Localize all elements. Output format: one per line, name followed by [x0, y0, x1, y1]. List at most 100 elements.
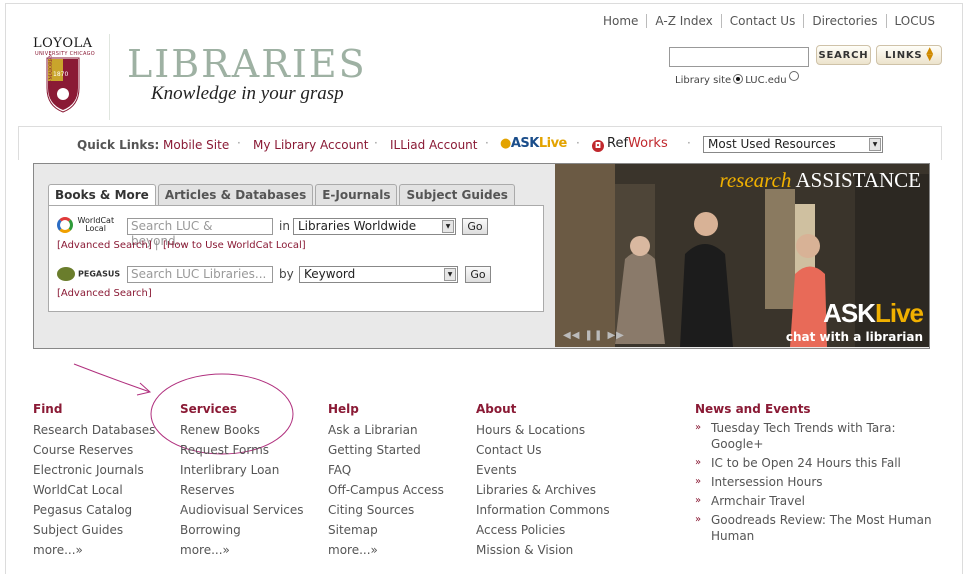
- about-link[interactable]: Hours & Locations: [476, 420, 610, 440]
- services-heading: Services: [180, 402, 238, 416]
- banner-ask: ASK: [823, 298, 876, 328]
- news-item[interactable]: » Armchair Travel: [695, 493, 940, 509]
- news-item[interactable]: » Goodreads Review: The Most Human Human: [695, 512, 940, 544]
- asklive-link[interactable]: ●ASKLive: [500, 136, 567, 151]
- nav-home[interactable]: Home: [595, 14, 646, 28]
- help-link[interactable]: Citing Sources: [328, 500, 444, 520]
- find-more-link[interactable]: more...»: [33, 540, 155, 560]
- pegasus-search-input[interactable]: Search LUC Libraries...: [127, 266, 273, 283]
- find-link[interactable]: Course Reserves: [33, 440, 155, 460]
- nav-contact-us[interactable]: Contact Us: [720, 14, 804, 28]
- pin-icon: ●: [500, 136, 511, 151]
- tab-articles-databases[interactable]: Articles & Databases: [157, 184, 314, 206]
- how-to-use-worldcat-link[interactable]: [How to Use WorldCat Local]: [163, 240, 306, 251]
- logo-word: LOYOLA: [33, 36, 93, 51]
- tab-e-journals[interactable]: E-Journals: [315, 184, 398, 206]
- services-link[interactable]: Renew Books: [180, 420, 304, 440]
- help-more-link[interactable]: more...»: [328, 540, 444, 560]
- select-value: Libraries Worldwide: [298, 219, 417, 233]
- news-title: Intersession Hours: [711, 475, 823, 489]
- pegasus-scope-select[interactable]: Keyword ▼: [299, 266, 458, 283]
- help-heading: Help: [328, 402, 359, 416]
- svg-text:AD·MAIOREM: AD·MAIOREM: [48, 54, 54, 90]
- ql-my-library-account[interactable]: My Library Account: [253, 138, 369, 152]
- worldcat-go-button[interactable]: Go: [462, 218, 488, 235]
- select-value: Keyword: [304, 267, 356, 281]
- local-text: Local: [85, 224, 106, 233]
- links-button[interactable]: LINKS ▲ ▼: [876, 45, 942, 65]
- radio-library[interactable]: [733, 73, 744, 84]
- about-link[interactable]: Libraries & Archives: [476, 480, 610, 500]
- news-item[interactable]: » Intersession Hours: [695, 474, 940, 490]
- separator-dot: ·: [576, 136, 580, 150]
- news-item[interactable]: » Tuesday Tech Trends with Tara: Google+: [695, 420, 940, 452]
- loyola-logo[interactable]: LOYOLA UNIVERSITY CHICAGO 1870 AD·MAIORE…: [29, 36, 97, 118]
- research-assistance-banner[interactable]: research ASSISTANCE ASKLive chat with a …: [555, 164, 929, 347]
- news-item[interactable]: » IC to be Open 24 Hours this Fall: [695, 455, 940, 471]
- services-link[interactable]: Reserves: [180, 480, 304, 500]
- help-link[interactable]: Sitemap: [328, 520, 444, 540]
- banner-asklive-logo: ASKLive: [823, 298, 924, 329]
- svg-text:DEI·GLORIAM: DEI·GLORIAM: [95, 81, 97, 118]
- find-link[interactable]: Pegasus Catalog: [33, 500, 155, 520]
- services-link[interactable]: Audiovisual Services: [180, 500, 304, 520]
- about-link[interactable]: Events: [476, 460, 610, 480]
- search-button[interactable]: SEARCH: [816, 45, 871, 65]
- worldcat-advanced-search-link[interactable]: [Advanced Search]: [57, 240, 152, 251]
- about-link[interactable]: Contact Us: [476, 440, 610, 460]
- ql-mobile-site[interactable]: Mobile Site: [163, 138, 229, 152]
- help-link[interactable]: Ask a Librarian: [328, 420, 444, 440]
- news-title: Goodreads Review: The Most Human Human: [711, 513, 932, 543]
- slideshow-controls[interactable]: ◀◀ ❚❚ ▶▶: [563, 330, 625, 341]
- banner-chat-text: chat with a librarian: [785, 330, 923, 344]
- nav-directories[interactable]: Directories: [803, 14, 885, 28]
- site-search-input[interactable]: [669, 47, 809, 67]
- site-tagline: Knowledge in your grasp: [151, 83, 344, 104]
- separator-dot: ·: [687, 136, 691, 150]
- worldcat-scope-select[interactable]: Libraries Worldwide ▼: [293, 218, 456, 235]
- banner-title-research: research: [719, 168, 792, 192]
- help-link[interactable]: FAQ: [328, 460, 444, 480]
- chevron-right-icon: »: [695, 422, 702, 433]
- refworks-link[interactable]: ◘ RefWorks: [592, 136, 668, 152]
- about-link[interactable]: Mission & Vision: [476, 540, 610, 560]
- chevron-right-icon: »: [695, 476, 702, 487]
- search-scope: Library site LUC.edu: [675, 70, 801, 86]
- header-divider: [109, 34, 110, 120]
- tab-subject-guides[interactable]: Subject Guides: [399, 184, 515, 206]
- find-link[interactable]: WorldCat Local: [33, 480, 155, 500]
- updown-arrow-icon: ▲ ▼: [926, 46, 934, 63]
- nav-locus[interactable]: LOCUS: [885, 14, 943, 28]
- ql-illiad-account[interactable]: ILLiad Account: [390, 138, 477, 152]
- pegasus-go-button[interactable]: Go: [465, 266, 491, 283]
- about-column: About Hours & Locations Contact Us Event…: [476, 402, 610, 560]
- about-link[interactable]: Access Policies: [476, 520, 610, 540]
- news-heading: News and Events: [695, 402, 811, 416]
- help-link[interactable]: Off-Campus Access: [328, 480, 444, 500]
- svg-text:1870: 1870: [53, 71, 68, 78]
- services-link[interactable]: Request Forms: [180, 440, 304, 460]
- help-column: Help Ask a Librarian Getting Started FAQ…: [328, 402, 444, 560]
- in-label: in: [279, 219, 290, 233]
- nav-a-z-index[interactable]: A-Z Index: [646, 14, 720, 28]
- works-text: Works: [628, 136, 668, 151]
- most-used-resources-select[interactable]: Most Used Resources ▼: [703, 136, 883, 153]
- help-link[interactable]: Getting Started: [328, 440, 444, 460]
- services-link[interactable]: Borrowing: [180, 520, 304, 540]
- find-link[interactable]: Subject Guides: [33, 520, 155, 540]
- about-link[interactable]: Information Commons: [476, 500, 610, 520]
- worldcat-search-input[interactable]: Search LUC & beyond...: [127, 218, 273, 248]
- crest-icon: 1870 AD·MAIOREM DEI·GLORIAM: [46, 54, 97, 118]
- services-more-link[interactable]: more...»: [180, 540, 304, 560]
- worldcat-globe-icon: [57, 217, 73, 233]
- find-heading: Find: [33, 402, 63, 416]
- radio-luc[interactable]: [788, 70, 799, 81]
- services-link[interactable]: Interlibrary Loan: [180, 460, 304, 480]
- find-link[interactable]: Research Databases: [33, 420, 155, 440]
- find-link[interactable]: Electronic Journals: [33, 460, 155, 480]
- dropdown-arrow-icon: ▼: [444, 268, 456, 281]
- live-text: Live: [538, 136, 568, 151]
- tab-books-more[interactable]: Books & More: [48, 184, 156, 207]
- pegasus-advanced-search-link[interactable]: [Advanced Search]: [57, 288, 152, 299]
- find-column: Find Research Databases Course Reserves …: [33, 402, 155, 560]
